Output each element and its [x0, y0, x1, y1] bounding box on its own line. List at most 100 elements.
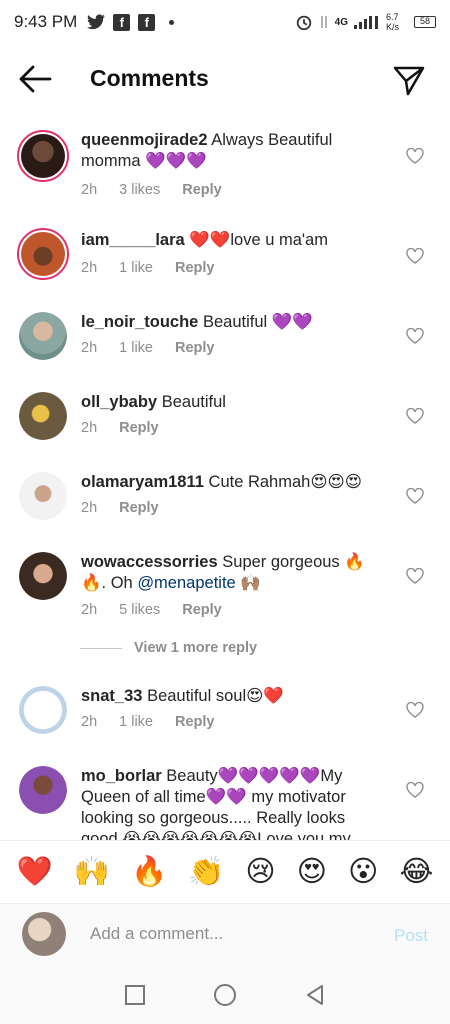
comment-time: 2h — [81, 420, 98, 436]
facebook-icon-2: f — [138, 13, 156, 31]
like-heart-icon[interactable] — [406, 568, 424, 584]
comment-text: mo_borlar Beauty💜💜💜💜💜My Queen of all tim… — [81, 766, 381, 840]
more-notifications-dot — [169, 19, 175, 25]
comment-likes[interactable]: 5 likes — [119, 602, 160, 618]
mention-link[interactable]: @menapetite — [137, 574, 235, 592]
comment-text: wowaccessorries Super gorgeous 🔥🔥. Oh @m… — [81, 552, 381, 594]
emoji-surprised[interactable]: 😮 — [348, 854, 378, 889]
avatar[interactable] — [17, 130, 69, 182]
comment-username[interactable]: le_noir_touche — [81, 313, 198, 331]
comment-text: olamaryam1811 Cute Rahmah😍😍😍 — [81, 472, 381, 493]
system-status-icons: 4G 6.7 K/s 58 — [295, 12, 436, 32]
emoji-fire[interactable]: 🔥 — [131, 855, 167, 889]
avatar[interactable] — [19, 686, 67, 734]
home-icon[interactable] — [213, 983, 237, 1007]
data-transfer-icon — [320, 16, 327, 28]
system-nav-bar — [0, 965, 450, 1024]
post-button[interactable]: Post — [394, 926, 428, 946]
comment-likes[interactable]: 1 like — [119, 714, 153, 730]
comment-likes[interactable]: 1 like — [119, 340, 153, 356]
emoji-heart-eyes[interactable]: 😍 — [297, 854, 327, 889]
avatar[interactable] — [19, 392, 67, 440]
page-title: Comments — [90, 65, 209, 91]
comment-time: 2h — [81, 182, 98, 198]
emoji-heart[interactable]: ❤️ — [17, 855, 53, 889]
comment-body: Beautiful — [161, 393, 226, 411]
network-type: 4G — [334, 16, 348, 28]
comment-meta: 2h 1 like Reply — [81, 260, 237, 276]
comment-likes[interactable]: 1 like — [119, 260, 153, 276]
emoji-raised-hands[interactable]: 🙌 — [74, 855, 110, 889]
comment-meta: 2h 1 like Reply — [81, 340, 237, 356]
comment-username[interactable]: queenmojirade2 — [81, 131, 208, 149]
signal-icon — [354, 16, 378, 29]
comment-input[interactable]: Add a comment... — [90, 924, 223, 944]
comment-username[interactable]: snat_33 — [81, 687, 142, 705]
comment-composer: Add a comment... Post — [0, 903, 450, 965]
twitter-icon — [87, 14, 106, 30]
comment-username[interactable]: olamaryam1811 — [81, 473, 204, 491]
reply-button[interactable]: Reply — [119, 500, 159, 516]
reply-button[interactable]: Reply — [175, 260, 215, 276]
comment-username[interactable]: iam_____lara — [81, 231, 185, 249]
reply-button[interactable]: Reply — [119, 420, 159, 436]
view-more-label[interactable]: View 1 more reply — [134, 640, 257, 656]
comment-meta: 2h Reply — [81, 500, 181, 516]
comment-time: 2h — [81, 340, 98, 356]
avatar[interactable] — [19, 312, 67, 360]
alarm-icon — [296, 15, 311, 31]
comment-time: 2h — [81, 260, 98, 276]
status-bar: 9:43 PM f f 4G 6.7 K/s 58 — [0, 0, 450, 44]
avatar[interactable] — [19, 472, 67, 520]
divider — [80, 647, 122, 649]
recents-icon[interactable] — [124, 984, 146, 1006]
status-time: 9:43 PM — [14, 12, 78, 31]
comment-time: 2h — [81, 500, 98, 516]
comment-meta: 2h 5 likes Reply — [81, 602, 244, 618]
like-heart-icon[interactable] — [406, 248, 424, 264]
comment-username[interactable]: wowaccessorries — [81, 553, 218, 571]
like-heart-icon[interactable] — [406, 782, 424, 798]
comment-meta: 2h 3 likes Reply — [81, 182, 244, 198]
emoji-crying[interactable]: 😢 — [245, 854, 275, 889]
comment-body: Beautiful 💜💜 — [202, 313, 313, 331]
like-heart-icon[interactable] — [406, 408, 424, 424]
comment-time: 2h — [81, 602, 98, 618]
avatar[interactable] — [19, 552, 67, 600]
back-nav-icon[interactable] — [304, 984, 326, 1006]
comment-username[interactable]: oll_ybaby — [81, 393, 157, 411]
reply-button[interactable]: Reply — [182, 182, 222, 198]
like-heart-icon[interactable] — [406, 328, 424, 344]
comment-likes[interactable]: 3 likes — [119, 182, 160, 198]
share-icon[interactable] — [392, 64, 426, 96]
like-heart-icon[interactable] — [406, 702, 424, 718]
comment-text: snat_33 Beautiful soul😍❤️ — [81, 686, 381, 707]
comment-meta: 2h Reply — [81, 420, 181, 436]
like-heart-icon[interactable] — [406, 148, 424, 164]
like-heart-icon[interactable] — [406, 488, 424, 504]
comment-body: ❤️❤️love u ma'am — [189, 231, 328, 249]
reply-button[interactable]: Reply — [175, 714, 215, 730]
comment-body: Cute Rahmah😍😍😍 — [208, 473, 362, 491]
comment-text: queenmojirade2 Always Beautiful momma 💜💜… — [81, 130, 381, 172]
reply-button[interactable]: Reply — [175, 340, 215, 356]
emoji-laughing[interactable]: 😂 — [399, 854, 433, 889]
comment-text: iam_____lara ❤️❤️love u ma'am — [81, 230, 381, 251]
comment-username[interactable]: mo_borlar — [81, 767, 162, 785]
avatar[interactable] — [17, 228, 69, 280]
emoji-clap[interactable]: 👏 — [188, 855, 224, 889]
comment-time: 2h — [81, 714, 98, 730]
back-arrow-icon[interactable] — [18, 64, 52, 94]
comment-body: Beautiful soul😍❤️ — [147, 687, 284, 705]
comment-text: le_noir_touche Beautiful 💜💜 — [81, 312, 381, 333]
comment-body-end: 🙌🏽 — [235, 574, 261, 592]
reply-button[interactable]: Reply — [182, 602, 222, 618]
comments-list[interactable]: queenmojirade2 Always Beautiful momma 💜💜… — [0, 122, 450, 840]
comment-text: oll_ybaby Beautiful — [81, 392, 381, 413]
avatar[interactable] — [19, 766, 67, 814]
view-more-replies[interactable]: View 1 more reply — [80, 640, 257, 656]
network-speed: 6.7 K/s — [386, 12, 400, 32]
facebook-icon: f — [113, 13, 131, 31]
current-user-avatar — [22, 912, 66, 956]
quick-emoji-bar: ❤️ 🙌 🔥 👏 😢 😍 😮 😂 — [0, 840, 450, 902]
